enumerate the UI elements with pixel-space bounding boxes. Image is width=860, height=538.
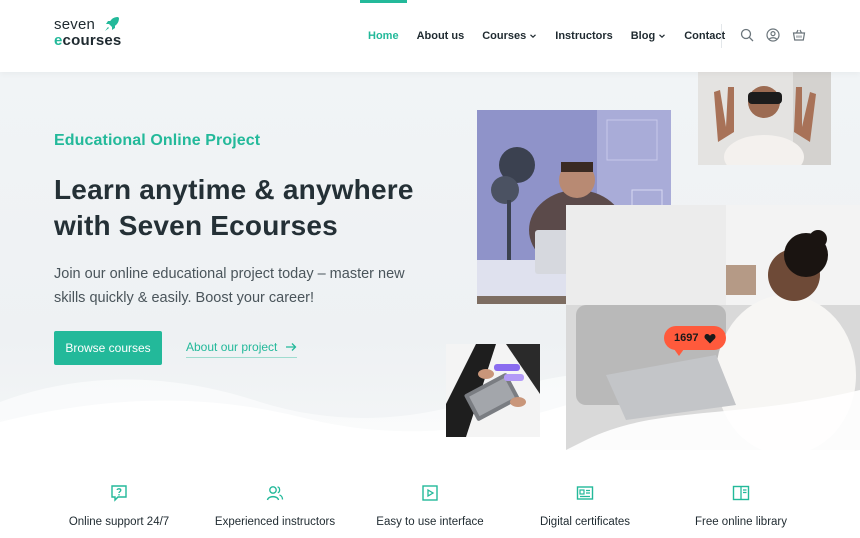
nav-item-instructors[interactable]: Instructors [555,0,612,72]
feature-label: Digital certificates [539,516,631,528]
likes-badge: 1697 [664,326,727,356]
browse-courses-button[interactable]: Browse courses [54,331,162,365]
hero-lead: Join our online educational project toda… [54,262,434,310]
logo-text-rest: courses [62,32,122,49]
feature-free-library: Free online library [661,452,821,528]
nav-item-contact[interactable]: Contact [684,0,725,72]
user-icon[interactable] [766,28,780,42]
hero-photo-hands-laptop [446,344,540,437]
nav-item-home[interactable]: Home [360,0,407,72]
feature-label: Easy to use interface [376,516,484,528]
feature-label: Online support 24/7 [68,516,170,528]
feature-label: Experienced instructors [214,516,336,528]
nav-divider [721,24,722,48]
nav-label: Courses [482,30,527,42]
cart-icon[interactable] [792,28,806,42]
main-nav: Home About us Courses Instructors Blog C… [360,0,743,72]
book-icon [732,485,750,501]
hero-headline-line: Learn anytime & anywhere [54,174,414,205]
nav-label: Blog [630,30,656,42]
rocket-icon [105,17,119,31]
nav-item-blog[interactable]: Blog [631,0,666,72]
feature-online-support: Online support 24/7 [39,452,199,528]
chevron-down-icon [530,34,537,39]
certificate-icon [576,486,594,500]
hero-photo-vr-headset [698,72,831,165]
logo-text-line1: seven [54,16,96,33]
feature-digital-certificates: Digital certificates [505,452,665,528]
likes-count: 1697 [674,332,699,344]
nav-label: Home [368,30,399,42]
logo-text-line2: ecourses [54,32,121,49]
nav-item-about-us[interactable]: About us [417,0,465,72]
feature-experienced-instructors: Experienced instructors [195,452,355,528]
chevron-down-icon [659,34,666,39]
about-project-link[interactable]: About our project [186,340,298,358]
hero-headline: Learn anytime & anywhere with Seven Ecou… [54,172,434,244]
nav-label: About us [416,30,465,42]
play-window-icon [422,485,438,501]
hero-lead-line: Join our online educational project toda… [54,266,405,282]
hero-eyebrow: Educational Online Project [54,132,261,149]
about-project-link-label: About our project [186,340,278,354]
features-row: Online support 24/7 Experienced instruct… [0,452,860,538]
users-icon [266,486,284,501]
brand-logo[interactable]: seven ecourses [54,16,134,52]
feature-easy-interface: Easy to use interface [350,452,510,528]
search-icon[interactable] [740,28,754,42]
nav-item-courses[interactable]: Courses [482,0,537,72]
hero-lead-line: skills quickly & easily. Boost your care… [54,290,315,306]
logo-accent-letter: e [54,32,63,49]
hero-headline-line: with Seven Ecourses [54,210,338,241]
nav-label: Contact [684,30,726,42]
site-header: seven ecourses Home About us Courses Ins… [0,0,860,72]
nav-label: Instructors [555,30,613,42]
feature-label: Free online library [694,516,788,528]
heart-icon [704,333,716,343]
question-bubble-icon [111,485,127,502]
arrow-right-icon [286,343,297,351]
